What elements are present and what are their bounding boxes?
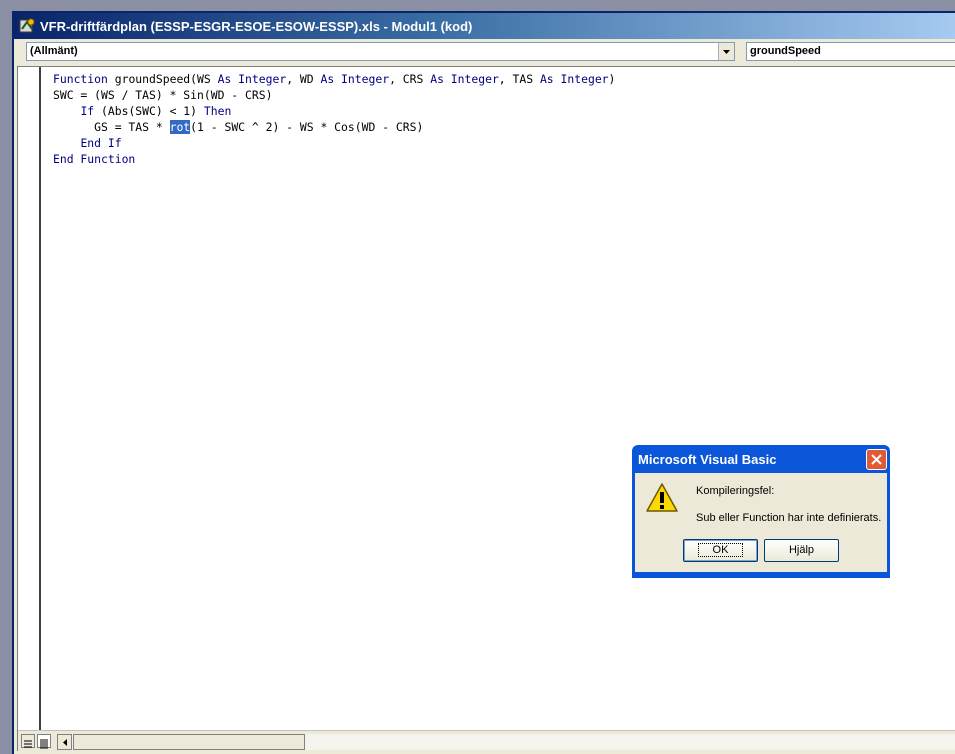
warning-icon (646, 483, 678, 512)
help-button[interactable]: Hjälp (764, 539, 839, 562)
procedure-dropdown-value: groundSpeed (750, 45, 821, 57)
code-window[interactable]: Function groundSpeed(WS As Integer, WD A… (17, 66, 955, 751)
vba-module-icon (19, 18, 35, 33)
code-line-6: End Function (53, 152, 136, 166)
full-module-view-button[interactable] (37, 734, 51, 749)
horizontal-scrollbar[interactable] (57, 734, 955, 750)
window-title: VFR-driftfärdplan (ESSP-ESGR-ESOE-ESOW-E… (40, 18, 473, 34)
code-line-4: GS = TAS * rot(1 - SWC ^ 2) - WS * Cos(W… (53, 120, 424, 134)
object-dropdown-value: (Allmänt) (30, 45, 78, 57)
object-dropdown[interactable]: (Allmänt) (26, 42, 735, 61)
error-message: Sub eller Function har inte definierats. (696, 512, 882, 524)
dialog-title: Microsoft Visual Basic (638, 451, 777, 467)
compile-error-dialog: Microsoft Visual Basic Kompileringsfel: … (632, 445, 890, 578)
error-highlight: rot (169, 120, 191, 134)
full-module-view-icon (40, 739, 48, 749)
arrow-left-icon (62, 738, 67, 746)
scrollbar-thumb[interactable] (73, 734, 305, 750)
scroll-left-button[interactable] (57, 734, 72, 750)
code-line-2: SWC = (WS / TAS) * Sin(WD - CRS) (53, 88, 273, 102)
code-editor[interactable]: Function groundSpeed(WS As Integer, WD A… (53, 71, 615, 167)
procedure-dropdown[interactable]: groundSpeed (746, 42, 955, 61)
procedure-view-button[interactable] (21, 734, 35, 748)
dialog-body: Kompileringsfel: Sub eller Function har … (635, 473, 887, 572)
dialog-title-bar[interactable]: Microsoft Visual Basic (635, 445, 887, 473)
ok-button-label: OK (697, 543, 744, 557)
error-type-label: Kompileringsfel: (696, 485, 775, 497)
close-icon (871, 453, 882, 465)
vba-editor-window: VFR-driftfärdplan (ESSP-ESGR-ESOE-ESOW-E… (12, 11, 955, 754)
code-line-3: If (Abs(SWC) < 1) Then (80, 104, 232, 118)
object-dropdown-button[interactable] (718, 43, 734, 60)
code-line-5: End If (80, 136, 122, 150)
margin-indicator-bar[interactable] (18, 67, 41, 731)
bottom-bar (18, 730, 955, 751)
procedure-view-icon (24, 740, 32, 748)
dialog-close-button[interactable] (866, 448, 887, 470)
chevron-down-icon (723, 49, 730, 54)
ok-button[interactable]: OK (683, 539, 758, 562)
code-selectors: (Allmänt) groundSpeed (14, 39, 955, 64)
title-bar[interactable]: VFR-driftfärdplan (ESSP-ESGR-ESOE-ESOW-E… (14, 13, 955, 39)
code-line-1: Function groundSpeed(WS As Integer, WD A… (53, 72, 616, 86)
